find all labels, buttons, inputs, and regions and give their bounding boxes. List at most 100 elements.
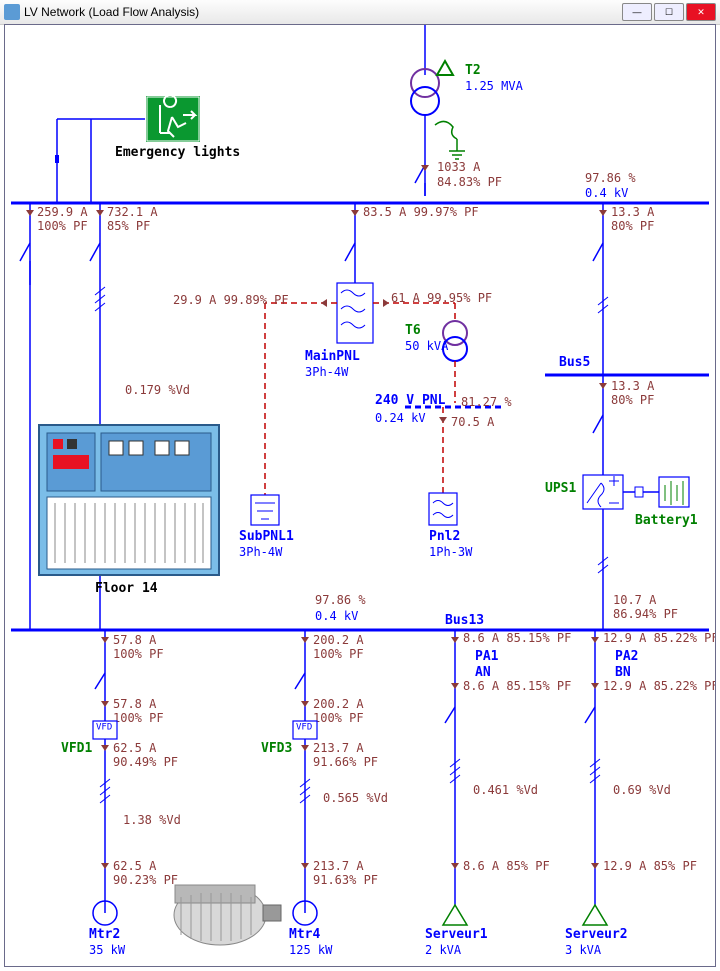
window-title: LV Network (Load Flow Analysis): [24, 5, 620, 19]
svg-text:Mtr4: Mtr4: [289, 927, 320, 942]
title-bar[interactable]: LV Network (Load Flow Analysis) — ☐ ✕: [0, 0, 720, 25]
svg-text:125 kW: 125 kW: [289, 943, 333, 957]
svg-text:97.86 %: 97.86 %: [585, 171, 636, 185]
diagram-canvas[interactable]: T2 1.25 MVA 1033 A 84.83% PF 97.86 % 0.4…: [4, 24, 716, 967]
subpnl1[interactable]: SubPNL1 3Ph-4W: [239, 495, 294, 559]
svg-text:BN: BN: [615, 665, 631, 680]
svg-text:0.69 %Vd: 0.69 %Vd: [613, 783, 671, 797]
svg-text:2 kVA: 2 kVA: [425, 943, 462, 957]
svg-text:80% PF: 80% PF: [611, 393, 654, 407]
svg-text:3Ph-4W: 3Ph-4W: [305, 365, 349, 379]
svg-text:1033 A: 1033 A: [437, 160, 481, 174]
svg-text:84.83% PF: 84.83% PF: [437, 175, 502, 189]
feeder-serveur1[interactable]: 8.6 A 85.15% PF PA1 AN 8.6 A 85.15% PF 0…: [425, 630, 571, 957]
svg-text:1Ph-3W: 1Ph-3W: [429, 545, 473, 559]
svg-text:80% PF: 80% PF: [611, 219, 654, 233]
svg-text:Mtr2: Mtr2: [89, 927, 120, 942]
svg-text:VFD3: VFD3: [261, 741, 292, 756]
svg-text:200.2 A: 200.2 A: [313, 633, 364, 647]
breaker-incoming[interactable]: [415, 165, 425, 196]
single-line-diagram: T2 1.25 MVA 1033 A 84.83% PF 97.86 % 0.4…: [5, 25, 715, 967]
feeder-mtr2[interactable]: 57.8 A100% PF 57.8 A100% PF VFD VFD1 62.…: [61, 630, 181, 957]
svg-text:Serveur2: Serveur2: [565, 927, 628, 942]
svg-text:Floor 14: Floor 14: [95, 581, 158, 596]
svg-text:T2: T2: [465, 63, 481, 78]
svg-text:213.7 A: 213.7 A: [313, 741, 364, 755]
svg-text:8.6 A 85% PF: 8.6 A 85% PF: [463, 859, 550, 873]
svg-text:62.5 A: 62.5 A: [113, 859, 157, 873]
minimize-button[interactable]: —: [622, 3, 652, 21]
battery1[interactable]: Battery1: [635, 477, 698, 528]
svg-text:100% PF: 100% PF: [113, 711, 164, 725]
svg-text:PA1: PA1: [475, 649, 499, 664]
svg-text:83.5 A 99.97% PF: 83.5 A 99.97% PF: [363, 205, 479, 219]
svg-text:50 kVA: 50 kVA: [405, 339, 449, 353]
svg-text:T6: T6: [405, 323, 421, 338]
transformer-t2[interactable]: T2 1.25 MVA: [411, 61, 524, 115]
svg-text:1.25 MVA: 1.25 MVA: [465, 79, 524, 93]
feeder-bus5[interactable]: 13.3 A 80% PF: [593, 203, 655, 375]
svg-text:AN: AN: [475, 665, 491, 680]
svg-text:Emergency lights: Emergency lights: [115, 145, 240, 160]
svg-text:213.7 A: 213.7 A: [313, 859, 364, 873]
app-window: LV Network (Load Flow Analysis) — ☐ ✕ T2…: [0, 0, 720, 971]
svg-text:0.565 %Vd: 0.565 %Vd: [323, 791, 388, 805]
svg-text:VFD: VFD: [96, 723, 112, 733]
svg-text:VFD1: VFD1: [61, 741, 92, 756]
svg-text:100% PF: 100% PF: [313, 647, 364, 661]
svg-text:57.8 A: 57.8 A: [113, 697, 157, 711]
svg-text:732.1 A: 732.1 A: [107, 205, 158, 219]
pnl2[interactable]: Pnl2 1Ph-3W: [429, 493, 473, 559]
svg-text:240 V PNL: 240 V PNL: [375, 393, 446, 408]
svg-text:259.9 A: 259.9 A: [37, 205, 88, 219]
svg-text:61 A 99.95% PF: 61 A 99.95% PF: [391, 291, 492, 305]
svg-text:Bus5: Bus5: [559, 355, 590, 370]
svg-text:91.66% PF: 91.66% PF: [313, 755, 378, 769]
svg-text:UPS1: UPS1: [545, 481, 576, 496]
svg-text:35 kW: 35 kW: [89, 943, 126, 957]
svg-text:12.9 A 85% PF: 12.9 A 85% PF: [603, 859, 697, 873]
svg-text:8.6 A 85.15% PF: 8.6 A 85.15% PF: [463, 631, 571, 645]
emergency-lights-icon[interactable]: [145, 95, 201, 143]
svg-text:3 kVA: 3 kVA: [565, 943, 602, 957]
svg-text:81.27 %: 81.27 %: [461, 395, 512, 409]
motor-icon: [174, 885, 281, 945]
svg-text:0.179 %Vd: 0.179 %Vd: [125, 383, 190, 397]
svg-text:29.9 A 99.89% PF: 29.9 A 99.89% PF: [173, 293, 289, 307]
svg-text:200.2 A: 200.2 A: [313, 697, 364, 711]
floor14-panel-icon[interactable]: [39, 425, 219, 575]
svg-text:VFD: VFD: [296, 723, 312, 733]
svg-text:12.9 A 85.22% PF: 12.9 A 85.22% PF: [603, 679, 715, 693]
svg-text:0.4 kV: 0.4 kV: [315, 609, 358, 623]
maximize-button[interactable]: ☐: [654, 3, 684, 21]
svg-text:1.38 %Vd: 1.38 %Vd: [123, 813, 181, 827]
svg-text:85% PF: 85% PF: [107, 219, 150, 233]
svg-text:12.9 A 85.22% PF: 12.9 A 85.22% PF: [603, 631, 715, 645]
svg-text:57.8 A: 57.8 A: [113, 633, 157, 647]
svg-text:90.49% PF: 90.49% PF: [113, 755, 178, 769]
svg-text:SubPNL1: SubPNL1: [239, 529, 294, 544]
feeder-serveur2[interactable]: 12.9 A 85.22% PF PA2 BN 12.9 A 85.22% PF…: [565, 630, 715, 957]
svg-text:91.63% PF: 91.63% PF: [313, 873, 378, 887]
svg-text:13.3 A: 13.3 A: [611, 205, 655, 219]
svg-text:10.7 A: 10.7 A: [613, 593, 657, 607]
svg-text:100% PF: 100% PF: [113, 647, 164, 661]
svg-text:90.23% PF: 90.23% PF: [113, 873, 178, 887]
ups1[interactable]: UPS1: [545, 475, 659, 509]
svg-text:0.461 %Vd: 0.461 %Vd: [473, 783, 538, 797]
transformer-t6[interactable]: T6 50 kVA: [405, 321, 467, 403]
svg-text:Bus13: Bus13: [445, 613, 484, 628]
svg-text:13.3 A: 13.3 A: [611, 379, 655, 393]
svg-text:Serveur1: Serveur1: [425, 927, 488, 942]
close-button[interactable]: ✕: [686, 3, 716, 21]
svg-text:0.4 kV: 0.4 kV: [585, 186, 628, 200]
svg-text:Battery1: Battery1: [635, 513, 698, 528]
svg-text:0.24 kV: 0.24 kV: [375, 411, 426, 425]
svg-text:86.94% PF: 86.94% PF: [613, 607, 678, 621]
svg-text:70.5 A: 70.5 A: [451, 415, 495, 429]
svg-text:MainPNL: MainPNL: [305, 349, 360, 364]
app-icon: [4, 4, 20, 20]
ground-icon: [435, 121, 465, 159]
svg-text:62.5 A: 62.5 A: [113, 741, 157, 755]
svg-text:Pnl2: Pnl2: [429, 529, 460, 544]
